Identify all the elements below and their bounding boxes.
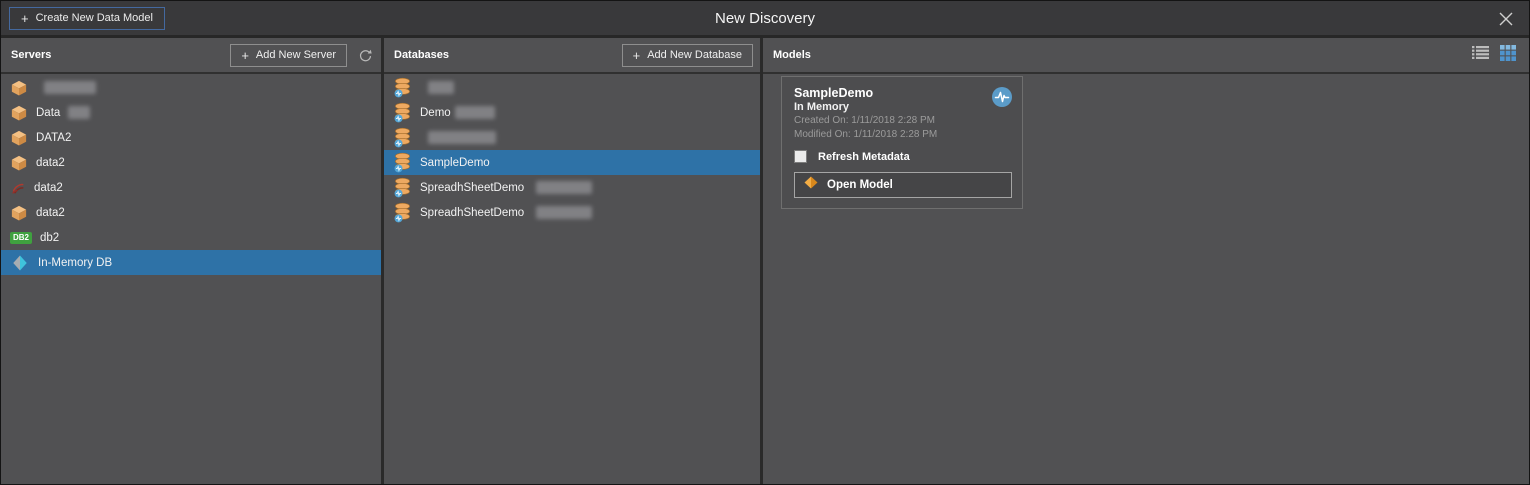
- new-discovery-dialog: + Create New Data Model New Discovery Se…: [0, 0, 1530, 485]
- database-label: SampleDemo: [420, 157, 490, 169]
- database-label: SpreadhSheetDemo: [420, 182, 524, 194]
- plus-icon: +: [21, 12, 29, 25]
- server-label: data2: [34, 182, 63, 194]
- database-row[interactable]: SpreadhSheetDemo: [384, 200, 760, 225]
- databases-list: Demo SampleDemo: [384, 74, 760, 225]
- server-sql-icon: [10, 180, 26, 196]
- plus-icon: +: [633, 49, 641, 62]
- model-card-sampledemo[interactable]: SampleDemo In Memory Created On: 1/11/20…: [781, 76, 1023, 209]
- list-view-icon[interactable]: [1472, 45, 1489, 65]
- server-label: DATA2: [36, 132, 71, 144]
- server-cube-icon: [10, 104, 28, 122]
- model-modified-on: Modified On: 1/11/2018 2:28 PM: [794, 129, 1012, 141]
- servers-panel-title: Servers: [11, 49, 230, 61]
- server-cube-icon: [10, 79, 28, 97]
- database-row[interactable]: SpreadhSheetDemo: [384, 175, 760, 200]
- refresh-metadata-checkbox[interactable]: [794, 150, 807, 163]
- refresh-metadata-label: Refresh Metadata: [818, 151, 910, 163]
- redacted-text: [428, 131, 496, 144]
- add-new-database-button[interactable]: + Add New Database: [622, 44, 753, 67]
- create-new-data-model-button[interactable]: + Create New Data Model: [9, 7, 165, 30]
- servers-panel-header: Servers + Add New Server: [1, 38, 381, 74]
- in-memory-diamond-icon: [10, 254, 30, 272]
- server-row[interactable]: [1, 75, 381, 100]
- model-pulse-icon: [991, 86, 1013, 113]
- add-new-server-button[interactable]: + Add New Server: [230, 44, 347, 67]
- refresh-metadata-row: Refresh Metadata: [794, 150, 1012, 163]
- server-row-in-memory-db[interactable]: In-Memory DB: [1, 250, 381, 275]
- databases-panel-header: Databases + Add New Database: [384, 38, 760, 74]
- server-row[interactable]: DB2 db2: [1, 225, 381, 250]
- redacted-text: [536, 206, 592, 219]
- server-cube-icon: [10, 154, 28, 172]
- database-label: Demo: [420, 107, 451, 119]
- models-panel-header: Models: [763, 38, 1529, 74]
- panels-container: Servers + Add New Server: [1, 38, 1529, 484]
- model-title: SampleDemo: [794, 86, 1012, 100]
- add-new-database-label: Add New Database: [647, 49, 742, 61]
- server-cube-icon: [10, 204, 28, 222]
- page-title: New Discovery: [1, 10, 1529, 27]
- model-created-on: Created On: 1/11/2018 2:28 PM: [794, 115, 1012, 127]
- database-row-sampledemo[interactable]: SampleDemo: [384, 150, 760, 175]
- database-icon: [393, 152, 412, 173]
- database-icon: [393, 102, 412, 123]
- servers-list: Data DATA2 data2: [1, 74, 381, 275]
- databases-panel-title: Databases: [394, 49, 622, 61]
- models-body: SampleDemo In Memory Created On: 1/11/20…: [763, 74, 1529, 209]
- open-model-label: Open Model: [827, 179, 893, 191]
- database-row[interactable]: [384, 75, 760, 100]
- database-icon: [393, 77, 412, 98]
- create-new-data-model-label: Create New Data Model: [36, 12, 153, 24]
- server-label: Data: [36, 107, 60, 119]
- redacted-text: [536, 181, 592, 194]
- plus-icon: +: [241, 49, 249, 62]
- server-row[interactable]: Data: [1, 100, 381, 125]
- grid-view-icon[interactable]: [1500, 45, 1516, 66]
- database-row[interactable]: Demo: [384, 100, 760, 125]
- redacted-text: [455, 106, 495, 119]
- database-icon: [393, 127, 412, 148]
- close-icon[interactable]: [1496, 9, 1516, 29]
- models-panel: Models: [763, 38, 1529, 484]
- database-icon: [393, 202, 412, 223]
- model-subtitle: In Memory: [794, 101, 1012, 113]
- server-row[interactable]: data2: [1, 150, 381, 175]
- add-new-server-label: Add New Server: [256, 49, 336, 61]
- redacted-text: [44, 81, 96, 94]
- database-icon: [393, 177, 412, 198]
- databases-panel: Databases + Add New Database: [384, 38, 763, 484]
- server-cube-icon: [10, 129, 28, 147]
- open-model-button[interactable]: Open Model: [794, 172, 1012, 198]
- server-label: In-Memory DB: [38, 257, 112, 269]
- server-row[interactable]: data2: [1, 200, 381, 225]
- server-row[interactable]: data2: [1, 175, 381, 200]
- server-label: db2: [40, 232, 59, 244]
- db2-badge-icon: DB2: [10, 232, 32, 244]
- redacted-text: [68, 106, 90, 119]
- redacted-text: [428, 81, 454, 94]
- server-label: data2: [36, 207, 65, 219]
- server-label: data2: [36, 157, 65, 169]
- models-panel-title: Models: [773, 49, 1472, 61]
- refresh-servers-icon[interactable]: [356, 46, 374, 64]
- open-model-diamond-icon: [804, 176, 818, 194]
- titlebar: + Create New Data Model New Discovery: [1, 1, 1529, 38]
- servers-panel: Servers + Add New Server: [1, 38, 384, 484]
- database-row[interactable]: [384, 125, 760, 150]
- database-label: SpreadhSheetDemo: [420, 207, 524, 219]
- server-row[interactable]: DATA2: [1, 125, 381, 150]
- view-toggle-group: [1472, 45, 1522, 66]
